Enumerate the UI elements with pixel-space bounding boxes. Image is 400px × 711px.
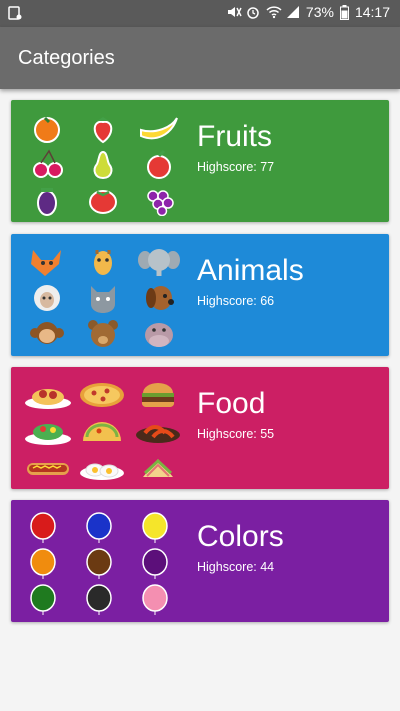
strawberry-icon (81, 112, 125, 144)
icon-grid (23, 379, 181, 483)
eggs-icon (77, 451, 127, 483)
wifi-icon (266, 5, 282, 19)
alarm-icon (246, 5, 260, 19)
pear-icon (81, 148, 125, 180)
giraffe-icon (81, 246, 125, 278)
orange-icon (25, 112, 69, 144)
orange-balloon-icon (25, 548, 69, 580)
status-time: 14:17 (354, 4, 390, 20)
tomato-icon (81, 184, 125, 216)
cherry-icon (25, 148, 69, 180)
icon-grid (25, 512, 183, 616)
icon-grid (25, 112, 183, 217)
burger-icon (133, 379, 183, 411)
grapes-icon (137, 184, 181, 217)
pizza-icon (77, 379, 127, 411)
hotdog-icon (23, 451, 73, 483)
green-balloon-icon (25, 584, 69, 616)
category-title: Food (197, 387, 266, 420)
shrimp-icon (133, 415, 183, 447)
category-title: Colors (197, 520, 284, 553)
category-title: Animals (197, 254, 304, 287)
spaghetti-icon (23, 379, 73, 411)
category-card-colors[interactable]: Colors Highscore: 44 (11, 500, 389, 622)
cat-icon (81, 282, 125, 314)
blue-balloon-icon (81, 512, 125, 544)
highscore-label: Highscore: 44 (197, 560, 275, 574)
elephant-icon (137, 246, 181, 278)
banana-icon (137, 112, 181, 144)
taco-icon (77, 415, 127, 447)
pink-balloon-icon (137, 584, 181, 616)
icon-grid (25, 246, 183, 350)
red-balloon-icon (25, 512, 69, 544)
app-bar: Categories (0, 27, 400, 89)
highscore-label: Highscore: 66 (197, 294, 275, 308)
sim-icon (7, 5, 23, 24)
battery-icon (339, 5, 349, 20)
bear-icon (81, 318, 125, 350)
black-balloon-icon (81, 584, 125, 616)
apple-icon (137, 148, 181, 180)
status-bar: 73% 14:17 (0, 0, 400, 27)
highscore-label: Highscore: 55 (197, 427, 275, 441)
monkey-icon (25, 318, 69, 350)
sandwich-icon (133, 451, 183, 483)
hippo-icon (137, 318, 181, 350)
sheep-icon (25, 282, 69, 314)
purple-balloon-icon (137, 548, 181, 580)
salad-icon (23, 415, 73, 447)
battery-level: 73% (305, 4, 334, 20)
category-card-animals[interactable]: Animals Highscore: 66 (11, 234, 389, 356)
fox-icon (25, 246, 69, 278)
dog-icon (137, 282, 181, 314)
signal-icon (286, 5, 300, 19)
eggplant-icon (25, 184, 69, 216)
category-title: Fruits (197, 120, 272, 153)
brown-balloon-icon (81, 548, 125, 580)
yellow-balloon-icon (137, 512, 181, 544)
category-card-fruits[interactable]: Fruits Highscore: 77 (11, 100, 389, 222)
category-card-food[interactable]: Food Highscore: 55 (11, 367, 389, 489)
mute-icon (226, 5, 242, 19)
highscore-label: Highscore: 77 (197, 160, 275, 174)
page-title: Categories (18, 47, 115, 69)
